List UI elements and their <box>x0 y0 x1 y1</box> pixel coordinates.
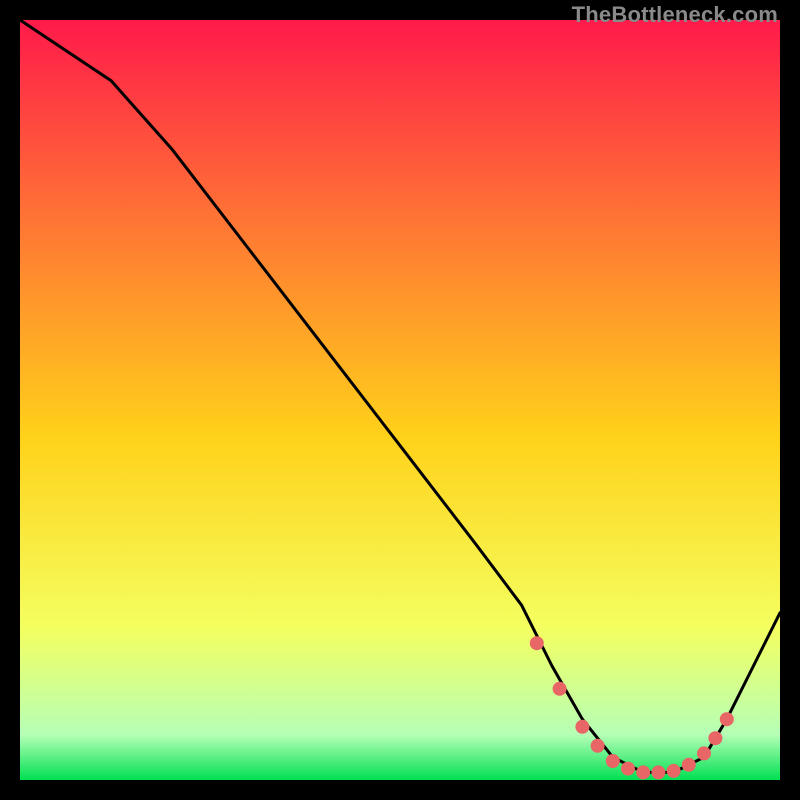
data-marker <box>667 764 681 778</box>
data-marker <box>553 682 567 696</box>
data-marker <box>697 746 711 760</box>
data-marker <box>708 731 722 745</box>
gradient-bg <box>20 20 780 780</box>
chart-svg <box>20 20 780 780</box>
data-marker <box>530 636 544 650</box>
data-marker <box>621 762 635 776</box>
data-marker <box>575 720 589 734</box>
data-marker <box>651 765 665 779</box>
data-marker <box>636 765 650 779</box>
watermark-text: TheBottleneck.com <box>572 2 778 28</box>
data-marker <box>606 754 620 768</box>
data-marker <box>720 712 734 726</box>
data-marker <box>682 758 696 772</box>
data-marker <box>591 739 605 753</box>
